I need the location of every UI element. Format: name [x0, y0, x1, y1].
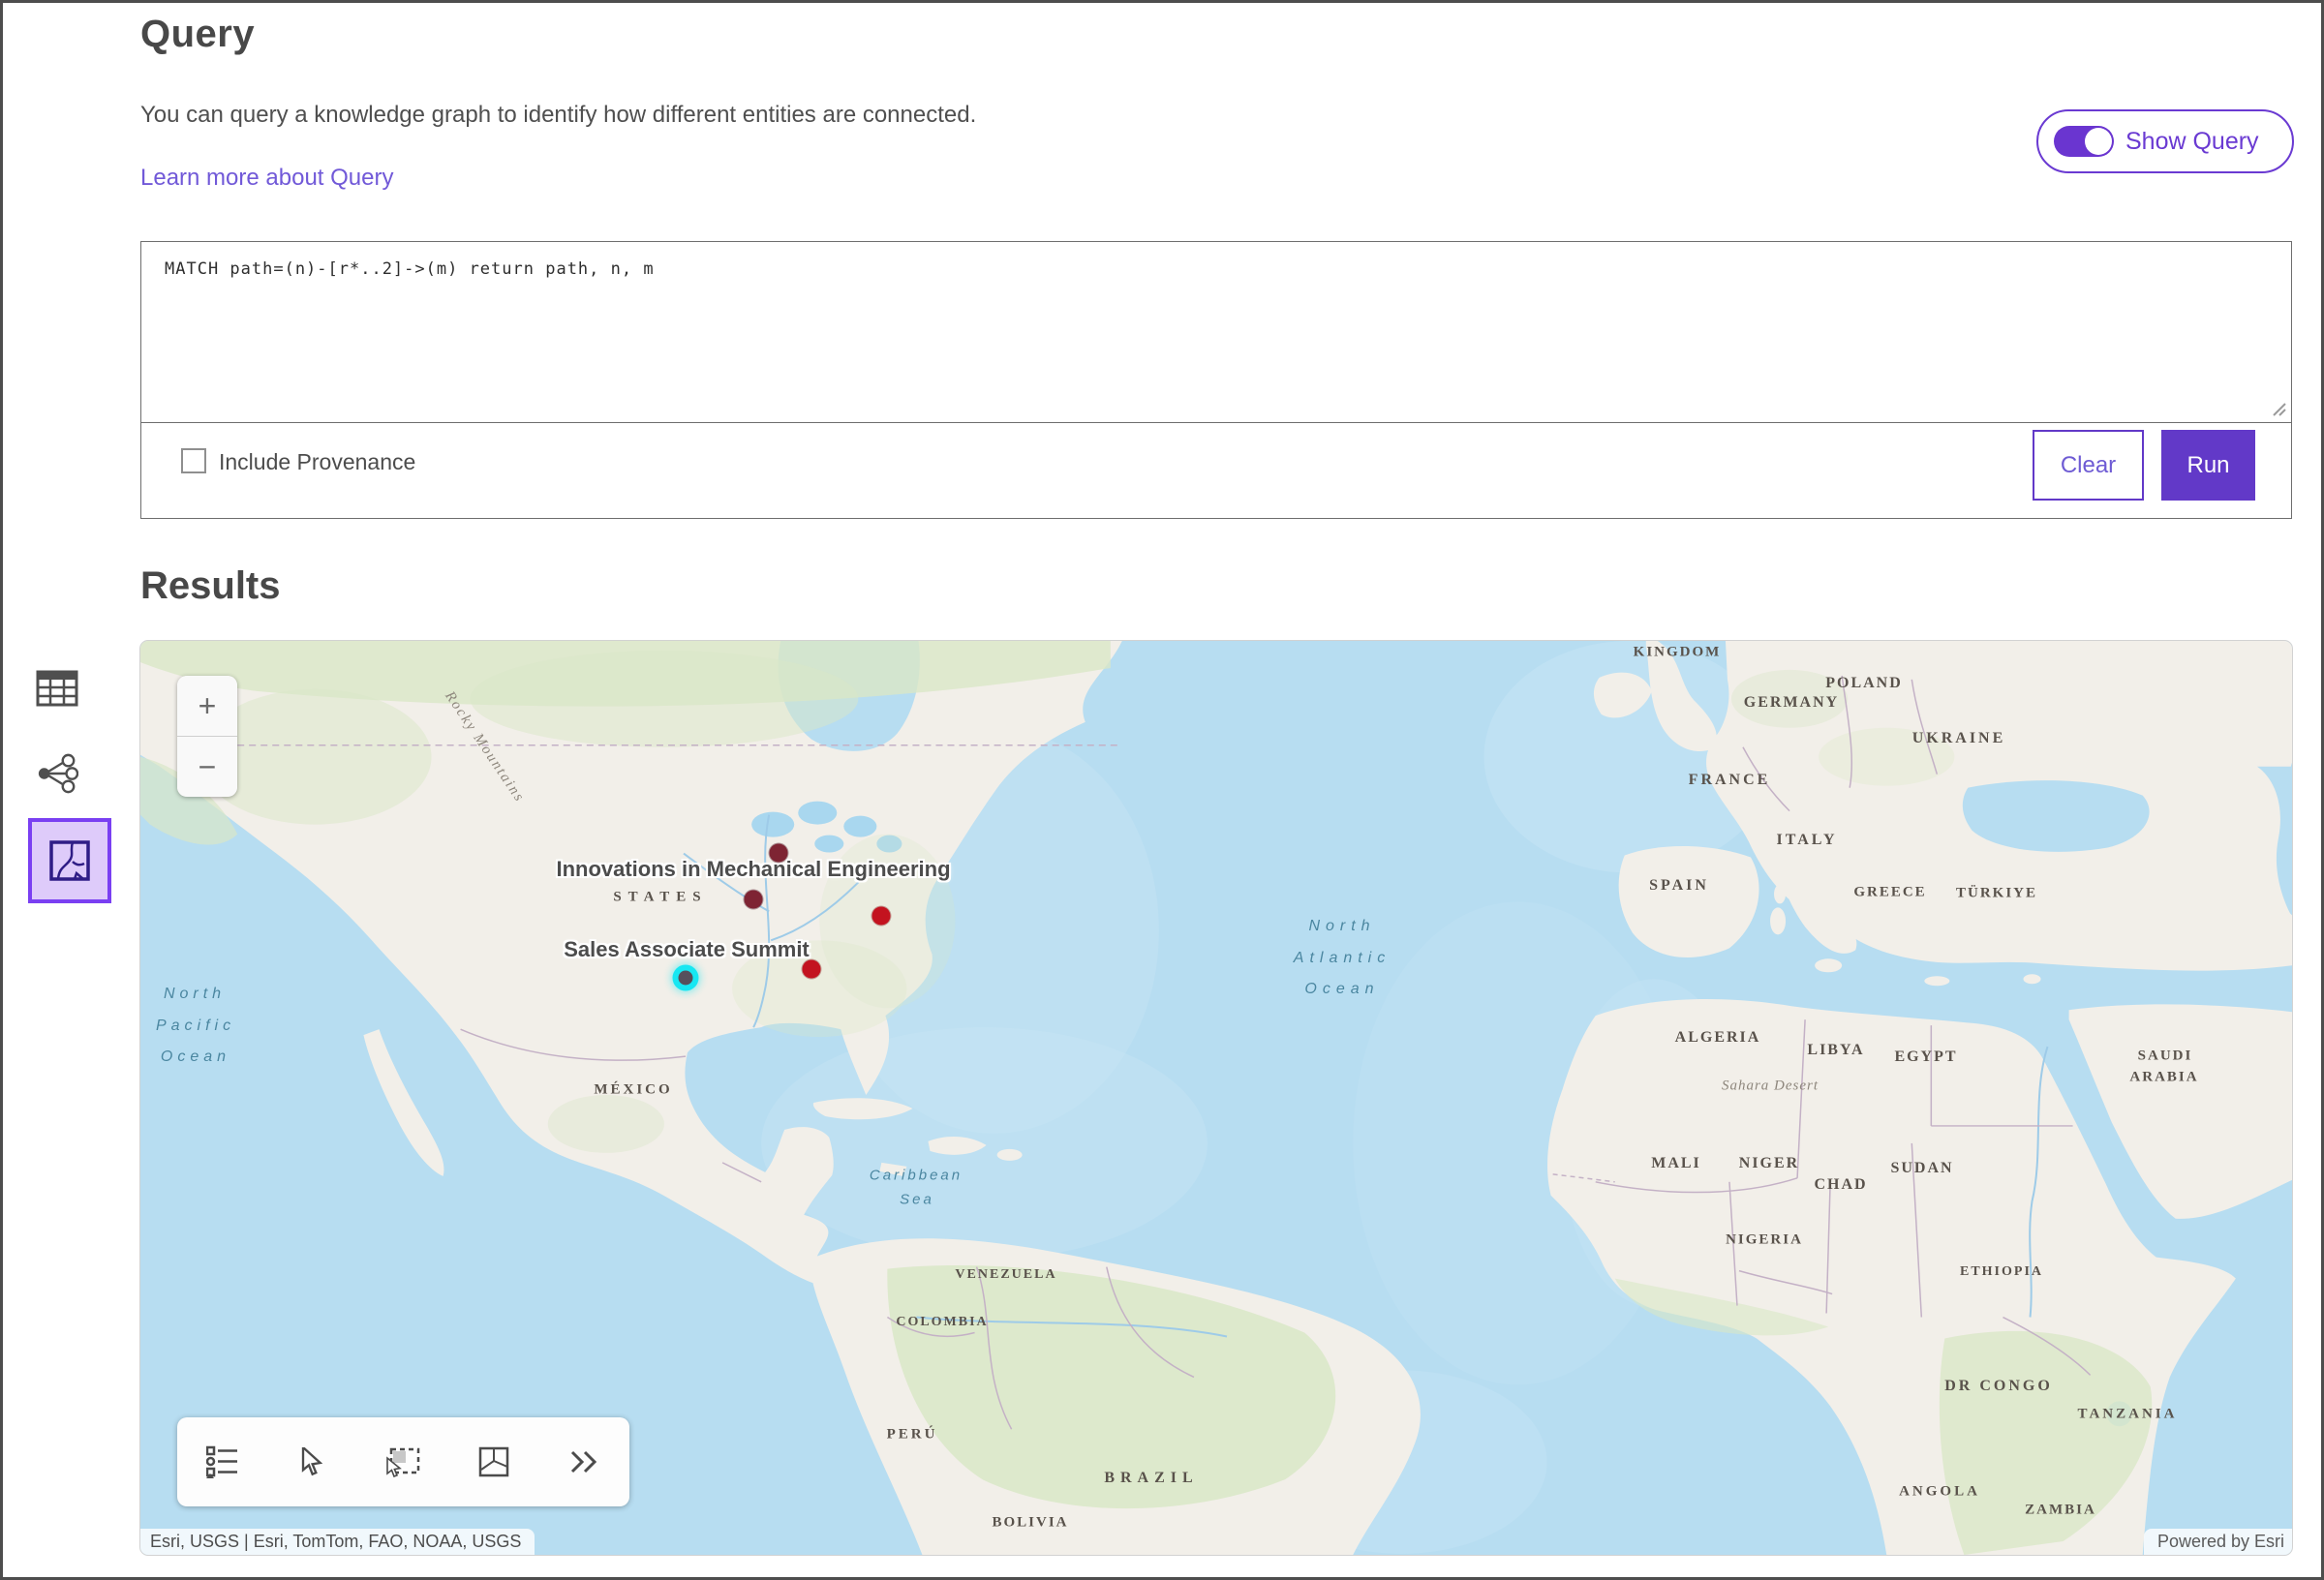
- learn-more-link[interactable]: Learn more about Query: [140, 165, 393, 192]
- attribution-sources: Esri, USGS | Esri, TomTom, FAO, NOAA, US…: [140, 1529, 535, 1555]
- select-rectangle-button[interactable]: [374, 1433, 432, 1491]
- page-description: You can query a knowledge graph to ident…: [140, 102, 976, 129]
- zoom-in-button[interactable]: +: [177, 676, 237, 736]
- results-map[interactable]: KINGDOMPOLANDGERMANYUKRAINEFRANCEITALYSP…: [140, 641, 2292, 1555]
- clear-button[interactable]: Clear: [2033, 430, 2144, 501]
- map-toolbar: [177, 1417, 629, 1506]
- powered-by-esri: Powered by Esri: [2144, 1529, 2292, 1555]
- legend-button[interactable]: [194, 1433, 252, 1491]
- select-polygon-button[interactable]: [465, 1433, 523, 1491]
- graph-view-button[interactable]: [30, 748, 84, 799]
- graph-icon: [36, 753, 78, 794]
- query-panel: MATCH path=(n)-[r*..2]->(m) return path,…: [140, 241, 2292, 519]
- show-query-label: Show Query: [2125, 128, 2259, 156]
- select-rectangle-icon: [385, 1446, 420, 1477]
- maroon-marker[interactable]: [770, 844, 788, 863]
- maroon-marker[interactable]: [745, 891, 763, 909]
- cursor-button[interactable]: [284, 1433, 342, 1491]
- page-title: Query: [140, 13, 255, 56]
- include-provenance-label: Include Provenance: [219, 449, 415, 475]
- show-query-toggle[interactable]: Show Query: [2036, 109, 2294, 173]
- map-attribution: Esri, USGS | Esri, TomTom, FAO, NOAA, US…: [140, 1529, 2292, 1555]
- map-icon: [47, 838, 92, 883]
- table-view-button[interactable]: [30, 663, 84, 714]
- map-view-button[interactable]: [28, 818, 111, 903]
- zoom-out-button[interactable]: −: [177, 736, 237, 796]
- legend-icon: [206, 1445, 239, 1478]
- cursor-icon: [300, 1447, 325, 1476]
- selected-marker[interactable]: [679, 971, 693, 986]
- query-page: Query You can query a knowledge graph to…: [0, 0, 2324, 1580]
- query-input[interactable]: MATCH path=(n)-[r*..2]->(m) return path,…: [141, 242, 2291, 423]
- red-marker[interactable]: [872, 907, 891, 926]
- select-polygon-icon: [478, 1446, 509, 1477]
- expand-icon: [568, 1448, 599, 1475]
- table-icon: [36, 669, 78, 708]
- results-title: Results: [140, 564, 281, 608]
- map-zoom-control: + −: [177, 676, 237, 797]
- include-provenance-checkbox[interactable]: [181, 448, 206, 473]
- expand-button[interactable]: [555, 1433, 613, 1491]
- resize-handle-icon[interactable]: [2269, 399, 2286, 416]
- run-button[interactable]: Run: [2161, 430, 2255, 501]
- toggle-switch-icon[interactable]: [2054, 126, 2114, 157]
- red-marker[interactable]: [803, 960, 821, 979]
